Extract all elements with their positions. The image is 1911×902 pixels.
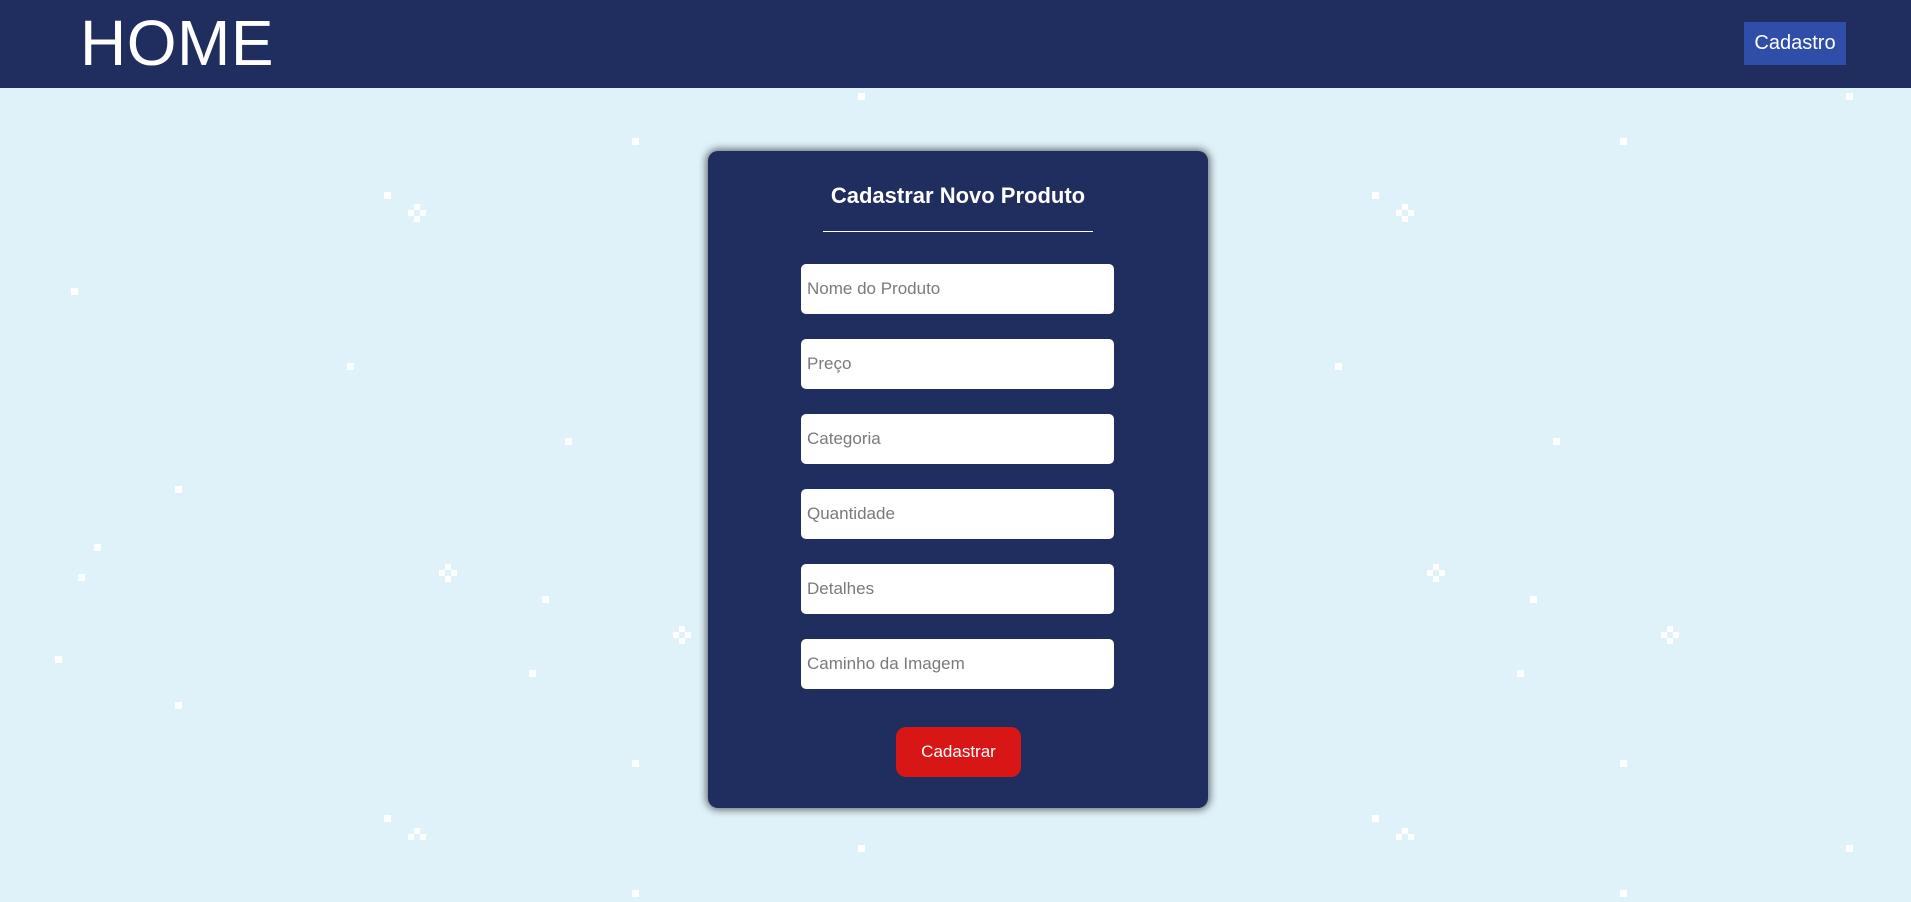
quantity-input[interactable]	[801, 489, 1114, 539]
home-title[interactable]: HOME	[80, 6, 274, 80]
cadastro-nav-button[interactable]: Cadastro	[1744, 22, 1846, 65]
image-path-input[interactable]	[801, 639, 1114, 689]
top-header: HOME Cadastro	[0, 0, 1911, 88]
details-input[interactable]	[801, 564, 1114, 614]
product-name-input[interactable]	[801, 264, 1114, 314]
submit-button[interactable]: Cadastrar	[896, 727, 1021, 777]
category-input[interactable]	[801, 414, 1114, 464]
price-input[interactable]	[801, 339, 1114, 389]
product-form-card: Cadastrar Novo Produto Cadastrar	[708, 151, 1208, 808]
title-divider	[823, 231, 1093, 232]
form-title: Cadastrar Novo Produto	[830, 183, 1086, 208]
